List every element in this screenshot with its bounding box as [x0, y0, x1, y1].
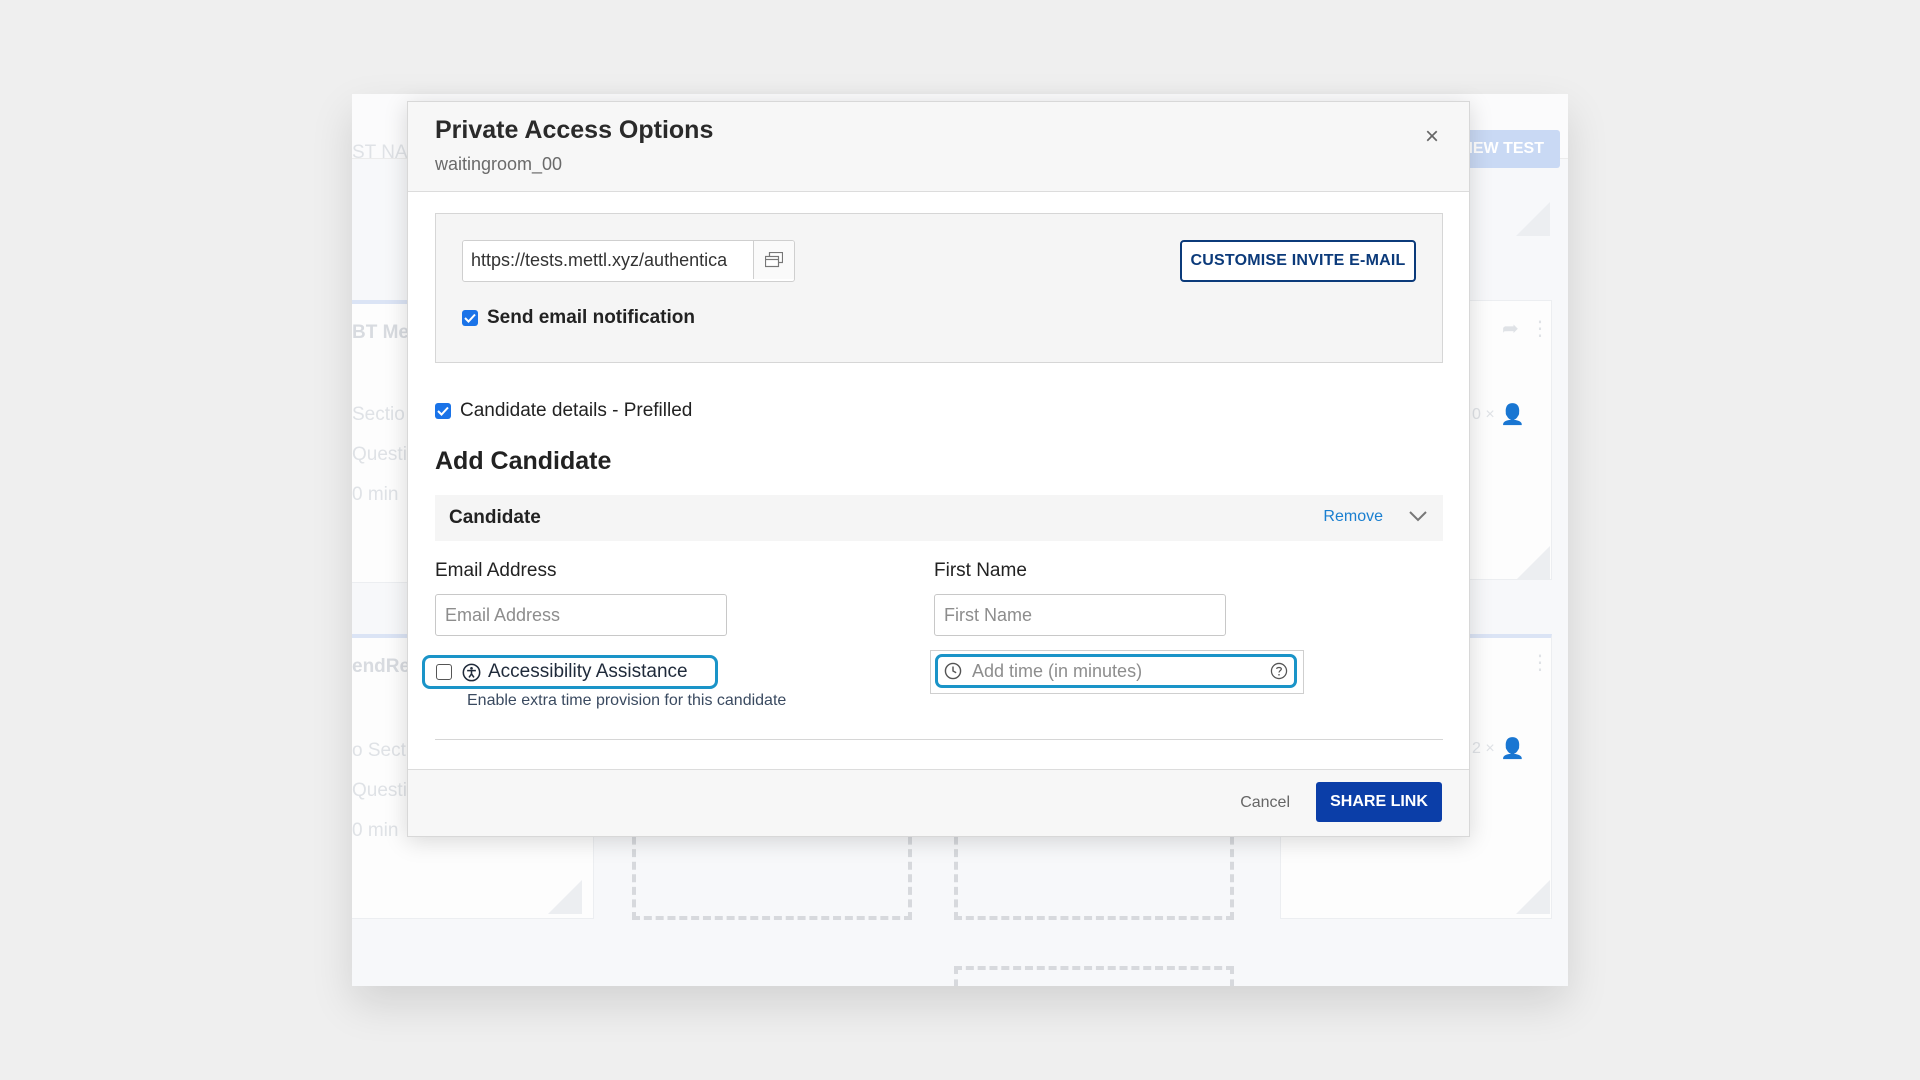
send-email-checkbox[interactable] — [462, 310, 478, 326]
background-card-fold — [548, 880, 582, 914]
accessibility-assistance-toggle[interactable]: Accessibility Assistance — [422, 655, 718, 689]
background-card-line: o Secti — [352, 740, 411, 761]
send-email-row: Send email notification — [462, 307, 695, 329]
help-icon[interactable] — [1270, 662, 1288, 680]
background-card-title: BT Me — [352, 322, 409, 343]
copy-icon[interactable] — [753, 241, 794, 279]
first-name-field[interactable] — [934, 594, 1226, 636]
accessibility-icon — [462, 663, 481, 682]
send-email-label: Send email notification — [487, 307, 695, 328]
candidate-title: Candidate — [449, 507, 541, 528]
chevron-down-icon[interactable] — [1407, 505, 1429, 532]
extra-time-container — [930, 650, 1304, 694]
first-name-label: First Name — [934, 560, 1027, 581]
background-card-fold — [1516, 880, 1550, 914]
background-card-fold — [1516, 202, 1550, 236]
close-icon[interactable]: × — [1419, 124, 1445, 150]
accessibility-help-text: Enable extra time provision for this can… — [467, 692, 787, 709]
extra-time-input[interactable] — [970, 657, 1264, 685]
background-card-line: Questi — [352, 780, 407, 801]
background-empty-slot — [954, 966, 1234, 986]
background-user-icon: 👤 — [1500, 738, 1525, 760]
background-card-fold — [1516, 546, 1550, 580]
modal-title: Private Access Options — [435, 116, 714, 144]
background-empty-slot — [954, 824, 1234, 920]
background-more-icon: ⋮ — [1530, 652, 1550, 674]
background-count: 0 × — [1472, 406, 1495, 423]
prefilled-checkbox[interactable] — [435, 403, 451, 419]
invite-link-group — [462, 240, 795, 282]
invite-link-input[interactable] — [463, 241, 753, 279]
background-card-line: Sectio — [352, 404, 405, 425]
background-share-icon: ➦ — [1502, 318, 1519, 340]
remove-candidate-link[interactable]: Remove — [1323, 508, 1383, 526]
accessibility-label: Accessibility Assistance — [488, 661, 688, 682]
modal-subtitle: waitingroom_00 — [435, 154, 563, 174]
background-empty-slot — [632, 824, 912, 920]
background-card-line: Questi — [352, 444, 407, 465]
candidate-header-bar[interactable]: Candidate Remove — [435, 495, 1443, 541]
background-more-icon: ⋮ — [1530, 318, 1550, 340]
background-card-title: endRe — [352, 656, 411, 677]
modal-footer: Cancel SHARE LINK — [408, 769, 1469, 836]
email-field[interactable] — [435, 594, 727, 636]
accessibility-checkbox[interactable] — [436, 664, 452, 680]
share-link-button[interactable]: SHARE LINK — [1316, 782, 1442, 822]
email-label: Email Address — [435, 560, 557, 581]
candidate-divider — [435, 739, 1443, 740]
background-user-icon: 👤 — [1500, 404, 1525, 426]
private-access-modal: Private Access Options waitingroom_00 × … — [407, 101, 1470, 837]
background-count: 2 × — [1472, 740, 1495, 757]
add-candidate-title: Add Candidate — [435, 447, 612, 475]
clock-icon — [944, 662, 962, 680]
background-card-line: 0 min — [352, 820, 399, 841]
prefilled-label: Candidate details - Prefilled — [460, 400, 693, 421]
background-card-line: 0 min — [352, 484, 399, 505]
modal-header: Private Access Options waitingroom_00 × — [408, 102, 1469, 192]
customise-invite-email-button[interactable]: CUSTOMISE INVITE E-MAIL — [1180, 240, 1416, 282]
cancel-button[interactable]: Cancel — [1234, 793, 1296, 813]
extra-time-field-wrap — [935, 654, 1297, 688]
prefilled-row: Candidate details - Prefilled — [435, 400, 692, 422]
invite-link-panel: CUSTOMISE INVITE E-MAIL Send email notif… — [435, 213, 1443, 363]
